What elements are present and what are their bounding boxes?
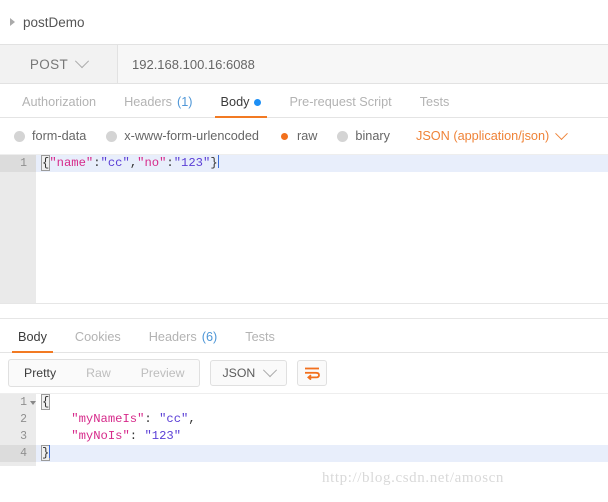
indent xyxy=(42,412,71,426)
view-mode-preview[interactable]: Preview xyxy=(126,360,200,386)
word-wrap-icon xyxy=(304,366,320,380)
tab-label: Body xyxy=(18,330,47,344)
code-line: "myNoIs": "123" xyxy=(36,428,608,445)
json-key: "myNoIs" xyxy=(71,429,130,443)
body-type-form-data[interactable]: form-data xyxy=(14,129,86,143)
response-headers-count: (6) xyxy=(202,330,218,344)
http-method-label: POST xyxy=(30,57,68,72)
json-colon: : xyxy=(166,156,173,170)
headers-count: (1) xyxy=(177,95,193,109)
json-colon: : xyxy=(93,156,100,170)
indent xyxy=(42,429,71,443)
request-body-editor[interactable]: 1 {"name":"cc","no":"123"} xyxy=(0,154,608,303)
body-type-raw[interactable]: raw xyxy=(279,129,317,143)
text-cursor xyxy=(218,155,219,168)
response-tab-tests[interactable]: Tests xyxy=(231,330,289,352)
request-editor-gutter: 1 xyxy=(0,155,36,303)
url-bar: POST 192.168.100.16:6088 xyxy=(0,44,608,84)
tab-tests[interactable]: Tests xyxy=(406,95,464,117)
request-editor-code[interactable]: {"name":"cc","no":"123"} xyxy=(36,155,608,303)
line-number: 1 xyxy=(0,155,36,172)
view-mode-pretty[interactable]: Pretty xyxy=(9,360,71,386)
code-line: { xyxy=(36,394,608,411)
tab-label: Body xyxy=(221,95,250,109)
line-number: 1 xyxy=(0,394,36,411)
line-number: 2 xyxy=(0,411,36,428)
response-editor-code[interactable]: { "myNameIs": "cc", "myNoIs": "123" } xyxy=(36,394,608,466)
chevron-down-icon xyxy=(75,54,89,68)
code-line: {"name":"cc","no":"123"} xyxy=(36,155,608,172)
json-close-brace: } xyxy=(210,156,217,170)
json-comma: , xyxy=(188,412,195,426)
space xyxy=(152,412,159,426)
line-number: 4 xyxy=(0,445,36,462)
json-key: "myNameIs" xyxy=(71,412,144,426)
word-wrap-button[interactable] xyxy=(297,360,327,386)
tab-label: Tests xyxy=(420,95,450,109)
radio-icon xyxy=(337,131,348,142)
tab-label: Tests xyxy=(245,330,275,344)
tab-body[interactable]: Body xyxy=(207,95,276,117)
tab-label: Authorization xyxy=(22,95,96,109)
text-cursor xyxy=(49,445,50,458)
chevron-down-icon xyxy=(555,127,568,140)
content-type-selector[interactable]: JSON (application/json) xyxy=(416,129,566,143)
json-colon: : xyxy=(130,429,137,443)
body-type-row: form-data x-www-form-urlencoded raw bina… xyxy=(0,118,608,154)
body-type-label: x-www-form-urlencoded xyxy=(124,129,259,143)
response-tab-headers[interactable]: Headers (6) xyxy=(135,330,231,352)
json-open-brace: { xyxy=(41,394,50,410)
json-value: "123" xyxy=(144,429,181,443)
body-type-urlencoded[interactable]: x-www-form-urlencoded xyxy=(106,129,259,143)
tab-label: Pre-request Script xyxy=(289,95,391,109)
tab-authorization[interactable]: Authorization xyxy=(8,95,110,117)
request-tabs: Authorization Headers (1) Body Pre-reque… xyxy=(0,84,608,118)
tab-headers[interactable]: Headers (1) xyxy=(110,95,206,117)
tab-label: Cookies xyxy=(75,330,121,344)
json-colon: : xyxy=(144,412,151,426)
view-mode-raw[interactable]: Raw xyxy=(71,360,126,386)
json-value: "cc" xyxy=(101,156,130,170)
response-toolbar: Pretty Raw Preview JSON xyxy=(0,353,608,393)
pane-splitter[interactable] xyxy=(0,303,608,319)
tab-pre-request-script[interactable]: Pre-request Script xyxy=(275,95,405,117)
radio-icon xyxy=(106,131,117,142)
body-type-label: raw xyxy=(297,129,317,143)
radio-icon xyxy=(14,131,25,142)
body-type-label: form-data xyxy=(32,129,86,143)
body-modified-dot-icon xyxy=(254,99,261,106)
watermark-text: http://blog.csdn.net/amoscn xyxy=(322,470,504,487)
response-body-editor[interactable]: 1 2 3 4 { "myNameIs": "cc", "myNoIs": "1… xyxy=(0,393,608,466)
response-tabs: Body Cookies Headers (6) Tests xyxy=(0,319,608,353)
request-name-label[interactable]: postDemo xyxy=(23,15,85,30)
http-method-selector[interactable]: POST xyxy=(0,45,118,83)
url-input[interactable]: 192.168.100.16:6088 xyxy=(118,45,608,83)
breadcrumb: postDemo xyxy=(0,0,608,44)
json-key: "name" xyxy=(49,156,93,170)
body-type-binary[interactable]: binary xyxy=(337,129,390,143)
response-format-selector[interactable]: JSON xyxy=(210,360,287,386)
response-format-label: JSON xyxy=(222,366,255,380)
line-number: 3 xyxy=(0,428,36,445)
chevron-down-icon xyxy=(263,363,277,377)
tab-label: Headers xyxy=(124,95,172,109)
tab-label: Headers xyxy=(149,330,197,344)
response-editor-gutter: 1 2 3 4 xyxy=(0,394,36,466)
response-tab-cookies[interactable]: Cookies xyxy=(61,330,135,352)
code-line: "myNameIs": "cc", xyxy=(36,411,608,428)
triangle-right-icon[interactable] xyxy=(10,18,15,26)
content-type-label: JSON (application/json) xyxy=(416,129,549,143)
json-value: "123" xyxy=(174,156,211,170)
response-view-mode-group: Pretty Raw Preview xyxy=(8,359,200,387)
response-tab-body[interactable]: Body xyxy=(4,330,61,352)
code-line: } xyxy=(36,445,608,462)
radio-selected-icon xyxy=(279,131,290,142)
body-type-label: binary xyxy=(355,129,390,143)
json-value: "cc" xyxy=(159,412,188,426)
json-key: "no" xyxy=(137,156,166,170)
